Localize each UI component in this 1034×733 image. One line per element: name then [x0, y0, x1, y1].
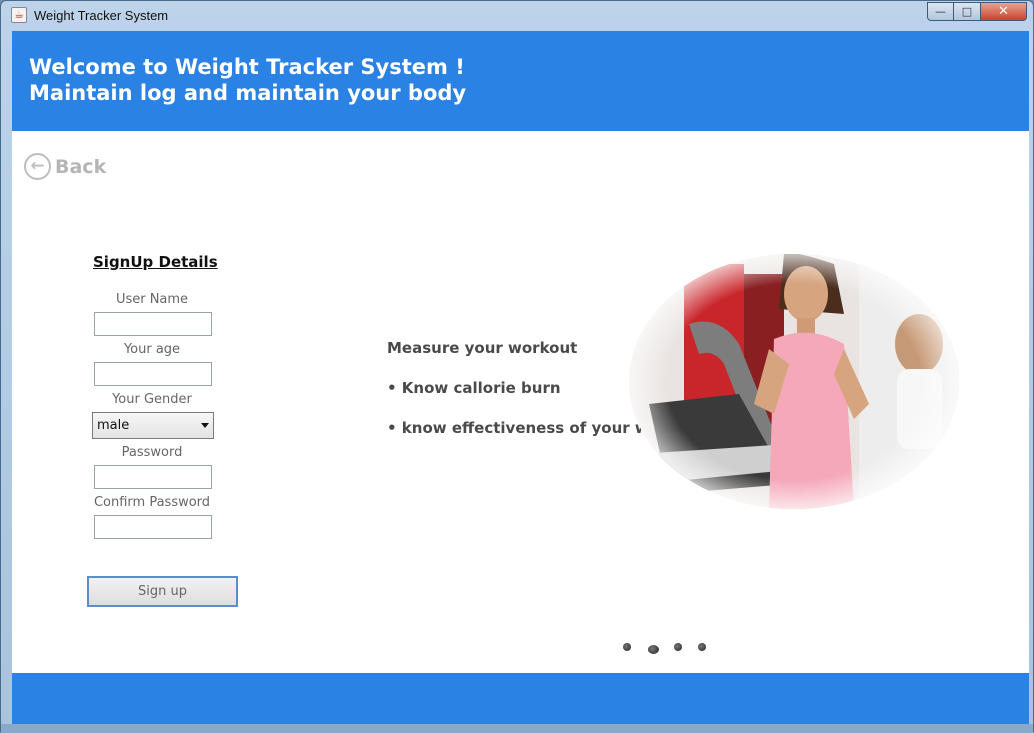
- back-label: Back: [55, 155, 107, 178]
- gender-selected-value: male: [97, 418, 130, 433]
- header-banner: Welcome to Weight Tracker System ! Maint…: [12, 31, 1029, 131]
- confirm-password-input[interactable]: [94, 515, 212, 539]
- chevron-down-icon: [201, 423, 209, 428]
- close-button[interactable]: ✕: [981, 2, 1027, 21]
- client-area: Welcome to Weight Tracker System ! Maint…: [12, 31, 1029, 724]
- maximize-button[interactable]: □: [954, 2, 981, 21]
- feature-item: • Know callorie burn: [387, 379, 561, 397]
- carousel-dot-active[interactable]: [648, 645, 659, 654]
- tagline: Maintain log and maintain your body: [29, 81, 467, 105]
- feature-heading: Measure your workout: [387, 339, 578, 357]
- confirm-password-label: Confirm Password: [93, 495, 211, 510]
- age-input[interactable]: [94, 362, 212, 386]
- arrow-left-circle-icon: ←: [24, 153, 51, 180]
- minimize-button[interactable]: —: [927, 2, 954, 21]
- treadmill-runner-image: [629, 254, 959, 509]
- welcome-heading: Welcome to Weight Tracker System !: [29, 55, 465, 79]
- gender-label: Your Gender: [112, 392, 192, 407]
- carousel-indicators: [623, 640, 713, 654]
- workout-photo: [629, 254, 959, 509]
- title-bar[interactable]: ☕ Weight Tracker System — □ ✕: [1, 1, 1033, 31]
- carousel-dot[interactable]: [698, 643, 706, 651]
- age-label: Your age: [123, 342, 181, 357]
- signup-button[interactable]: Sign up: [87, 576, 238, 607]
- carousel-dot[interactable]: [674, 643, 682, 651]
- window-controls: — □ ✕: [927, 2, 1027, 21]
- footer-banner: [12, 673, 1029, 724]
- password-input[interactable]: [94, 465, 212, 489]
- window-title: Weight Tracker System: [34, 8, 169, 23]
- back-button[interactable]: ← Back: [24, 153, 106, 180]
- gender-select[interactable]: male: [92, 412, 214, 439]
- carousel-dot[interactable]: [623, 643, 631, 651]
- user-name-label: User Name: [115, 292, 189, 307]
- signup-title: SignUp Details: [93, 253, 218, 271]
- user-name-input[interactable]: [94, 312, 212, 336]
- app-window: ☕ Weight Tracker System — □ ✕ Welcome to…: [0, 0, 1034, 733]
- password-label: Password: [121, 445, 183, 460]
- java-cup-icon: ☕: [11, 7, 27, 23]
